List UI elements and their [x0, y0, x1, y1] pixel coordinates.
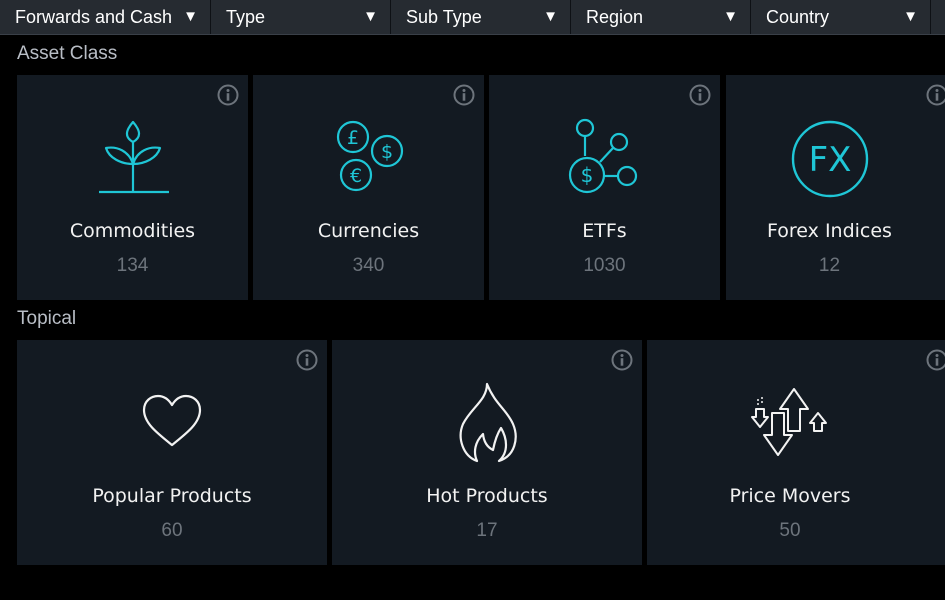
tile-label: Hot Products: [426, 485, 548, 507]
filter-label: Type: [226, 6, 266, 27]
tile-currencies[interactable]: £ $ € Currencies 340: [253, 75, 484, 300]
section-title-asset-class: Asset Class: [17, 43, 118, 64]
tile-label: Commodities: [69, 220, 196, 242]
svg-text:$: $: [580, 163, 593, 187]
svg-text:£: £: [346, 127, 358, 149]
tile-price-movers[interactable]: Price Movers 50: [647, 340, 945, 565]
filter-label: Sub Type: [406, 6, 482, 27]
filter-label: Forwards and Cash: [15, 6, 173, 27]
info-icon[interactable]: [689, 84, 711, 106]
tile-label: Forex Indices: [767, 220, 892, 242]
filter-label: Country: [766, 6, 830, 27]
info-icon[interactable]: [926, 84, 945, 106]
tile-label: ETFs: [582, 220, 627, 242]
tile-commodities[interactable]: Commodities 134: [17, 75, 248, 300]
filter-dropdown-more[interactable]: [931, 0, 945, 34]
flame-icon: [459, 382, 517, 463]
filter-dropdown-sub-type[interactable]: Sub Type ▼: [391, 0, 571, 34]
tile-count: 17: [476, 520, 498, 541]
currency-coins-icon: £ $ €: [336, 120, 403, 192]
tile-count: 134: [116, 255, 149, 276]
tile-etfs[interactable]: $ ETFs 1030: [489, 75, 720, 300]
price-movers-icon: [751, 388, 827, 456]
info-icon[interactable]: [296, 349, 318, 371]
tile-hot-products[interactable]: Hot Products 17: [332, 340, 642, 565]
tile-label: Price Movers: [729, 485, 851, 507]
fx-icon: FX: [791, 120, 868, 198]
caret-down-icon: ▼: [903, 8, 918, 25]
tile-count: 50: [779, 520, 801, 541]
filter-dropdown-type[interactable]: Type ▼: [211, 0, 391, 34]
caret-down-icon: ▼: [363, 8, 378, 25]
tile-count: 60: [161, 520, 183, 541]
info-icon[interactable]: [611, 349, 633, 371]
plant-icon: [98, 120, 169, 194]
svg-text:$: $: [380, 141, 392, 163]
tile-label: Popular Products: [92, 485, 252, 507]
tile-count: 340: [352, 255, 385, 276]
filter-bar: Forwards and Cash ▼ Type ▼ Sub Type ▼ Re…: [0, 0, 945, 35]
tile-count: 1030: [583, 255, 626, 276]
etf-network-icon: $: [568, 118, 637, 194]
section-title-topical: Topical: [17, 308, 77, 329]
filter-label: Region: [586, 6, 644, 27]
filter-dropdown-region[interactable]: Region ▼: [571, 0, 751, 34]
info-icon[interactable]: [217, 84, 239, 106]
heart-icon: [142, 394, 202, 447]
tile-popular-products[interactable]: Popular Products 60: [17, 340, 327, 565]
info-icon[interactable]: [453, 84, 475, 106]
svg-text:FX: FX: [808, 140, 851, 180]
caret-down-icon: ▼: [183, 8, 198, 25]
filter-dropdown-country[interactable]: Country ▼: [751, 0, 931, 34]
tile-count: 12: [818, 255, 841, 276]
info-icon[interactable]: [926, 349, 945, 371]
caret-down-icon: ▼: [543, 8, 558, 25]
caret-down-icon: ▼: [723, 8, 738, 25]
tile-label: Currencies: [317, 220, 420, 242]
tile-forex-indices[interactable]: FX Forex Indices 12: [726, 75, 945, 300]
svg-text:€: €: [349, 165, 361, 187]
filter-dropdown-forwards-and-cash[interactable]: Forwards and Cash ▼: [0, 0, 211, 34]
